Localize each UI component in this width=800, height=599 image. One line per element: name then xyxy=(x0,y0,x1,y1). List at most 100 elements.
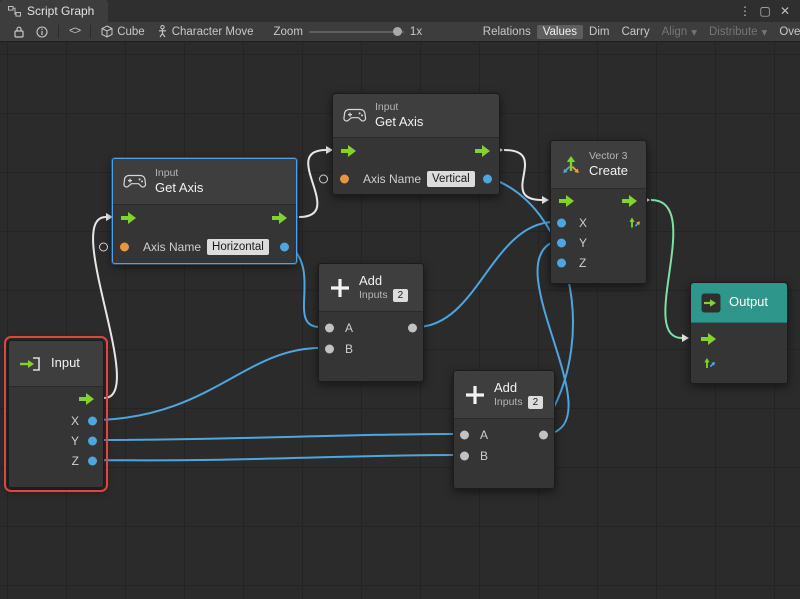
y-label: Y xyxy=(579,236,587,250)
node-get-axis-horizontal[interactable]: Input Get Axis Axis Name Horizontal xyxy=(112,158,297,264)
inputs-count-field[interactable]: 2 xyxy=(393,289,409,302)
info-icon[interactable] xyxy=(30,25,54,39)
x-label: X xyxy=(579,216,587,230)
z-in-port[interactable] xyxy=(557,259,566,268)
node-title: Get Axis xyxy=(375,114,423,130)
flow-out-port[interactable] xyxy=(79,393,95,405)
tab-bar: Script Graph ⋮ ▢ ✕ xyxy=(0,0,800,22)
y-out-port[interactable] xyxy=(88,437,97,446)
toolbar-divider xyxy=(90,25,91,38)
vector3-icon xyxy=(561,155,581,175)
node-category: Input xyxy=(155,167,203,180)
node-add-first[interactable]: Add Inputs 2 A B xyxy=(318,263,424,382)
gamepad-icon xyxy=(343,108,367,123)
carry-button[interactable]: Carry xyxy=(615,25,655,39)
node-title: Input xyxy=(51,355,80,371)
x-in-port[interactable] xyxy=(557,219,566,228)
breadcrumb-cube[interactable]: Cube xyxy=(95,24,151,39)
script-graph-window: Script Graph ⋮ ▢ ✕ <> xyxy=(0,0,800,599)
flow-in-port[interactable] xyxy=(701,333,717,345)
flow-out-port[interactable] xyxy=(475,145,491,157)
maximize-icon[interactable]: ▢ xyxy=(756,4,774,18)
tab-script-graph[interactable]: Script Graph xyxy=(0,0,108,22)
flow-in-port[interactable] xyxy=(559,195,575,207)
edit-source-icon[interactable]: <> xyxy=(63,25,86,39)
port-a-in[interactable] xyxy=(460,430,469,439)
chevron-down-icon: ▾ xyxy=(691,25,697,39)
z-out-port[interactable] xyxy=(88,457,97,466)
x-out-port[interactable] xyxy=(88,417,97,426)
port-a-label: A xyxy=(345,321,353,335)
overview-button[interactable]: Overv xyxy=(773,25,800,39)
node-get-axis-vertical[interactable]: Input Get Axis Axis Name Vertical xyxy=(332,93,500,195)
close-icon[interactable]: ✕ xyxy=(776,4,794,18)
flow-out-port[interactable] xyxy=(272,212,288,224)
node-title: Add xyxy=(359,273,408,289)
tab-title: Script Graph xyxy=(27,4,94,18)
node-title: Get Axis xyxy=(155,180,203,196)
node-graph-output[interactable]: Output xyxy=(690,282,788,384)
zoom-value: 1x xyxy=(410,26,422,38)
zoom-slider-thumb[interactable] xyxy=(393,27,402,36)
cube-icon xyxy=(101,25,113,38)
graph-output-icon xyxy=(701,293,721,313)
port-b-label: B xyxy=(345,342,353,356)
dim-button[interactable]: Dim xyxy=(583,25,615,39)
node-graph-input[interactable]: Input X Y Z xyxy=(8,340,104,488)
plus-icon xyxy=(464,384,486,406)
exposed-port[interactable] xyxy=(99,243,108,252)
sum-out-port[interactable] xyxy=(408,323,417,332)
axis-name-field[interactable]: Horizontal xyxy=(207,239,269,255)
plus-icon xyxy=(329,277,351,299)
port-b-in[interactable] xyxy=(460,451,469,460)
breadcrumb-character-move[interactable]: Character Move xyxy=(151,24,260,39)
vector-in-port[interactable] xyxy=(703,357,716,370)
node-title: Create xyxy=(589,163,628,179)
node-category: Vector 3 xyxy=(589,150,628,163)
node-title: Add xyxy=(494,380,543,396)
toolbar-divider xyxy=(58,25,59,38)
value-out-port[interactable] xyxy=(280,243,289,252)
y-label: Y xyxy=(71,434,79,448)
character-icon xyxy=(157,25,168,38)
sum-out-port[interactable] xyxy=(539,430,548,439)
z-label: Z xyxy=(72,454,79,468)
lock-icon[interactable] xyxy=(8,25,30,39)
axis-name-label: Axis Name xyxy=(363,172,421,186)
axis-name-port[interactable] xyxy=(340,175,349,184)
chevron-down-icon: ▾ xyxy=(762,25,768,39)
zoom-label: Zoom xyxy=(274,26,303,38)
value-out-port[interactable] xyxy=(483,175,492,184)
zoom-slider[interactable] xyxy=(309,31,404,33)
vector-out-port[interactable] xyxy=(628,217,641,230)
port-b-in[interactable] xyxy=(325,344,334,353)
gamepad-icon xyxy=(123,174,147,189)
node-add-second[interactable]: Add Inputs 2 A B xyxy=(453,370,555,489)
port-a-in[interactable] xyxy=(325,323,334,332)
inputs-label: Inputs xyxy=(359,289,388,302)
port-b-label: B xyxy=(480,449,488,463)
z-label: Z xyxy=(579,256,586,270)
x-label: X xyxy=(71,414,79,428)
flow-in-port[interactable] xyxy=(341,145,357,157)
flow-in-port[interactable] xyxy=(121,212,137,224)
align-dropdown[interactable]: Align ▾ xyxy=(656,24,703,40)
relations-button[interactable]: Relations xyxy=(477,25,537,39)
y-in-port[interactable] xyxy=(557,239,566,248)
breadcrumb-cube-label: Cube xyxy=(117,26,145,38)
distribute-dropdown[interactable]: Distribute ▾ xyxy=(703,24,773,40)
axis-name-field[interactable]: Vertical xyxy=(427,171,475,187)
values-button[interactable]: Values xyxy=(537,25,583,39)
port-a-label: A xyxy=(480,428,488,442)
window-controls: ⋮ ▢ ✕ xyxy=(736,0,800,22)
inputs-count-field[interactable]: 2 xyxy=(528,396,544,409)
node-vector3-create[interactable]: Vector 3 Create X xyxy=(550,140,647,284)
script-graph-icon xyxy=(8,6,21,17)
toolbar-right-group: Relations Values Dim Carry Align ▾ Distr… xyxy=(477,24,800,40)
flow-out-port[interactable] xyxy=(622,195,638,207)
axis-name-port[interactable] xyxy=(120,243,129,252)
node-category: Input xyxy=(375,101,423,114)
axis-name-label: Axis Name xyxy=(143,240,201,254)
menu-icon[interactable]: ⋮ xyxy=(736,4,754,18)
exposed-port[interactable] xyxy=(319,175,328,184)
